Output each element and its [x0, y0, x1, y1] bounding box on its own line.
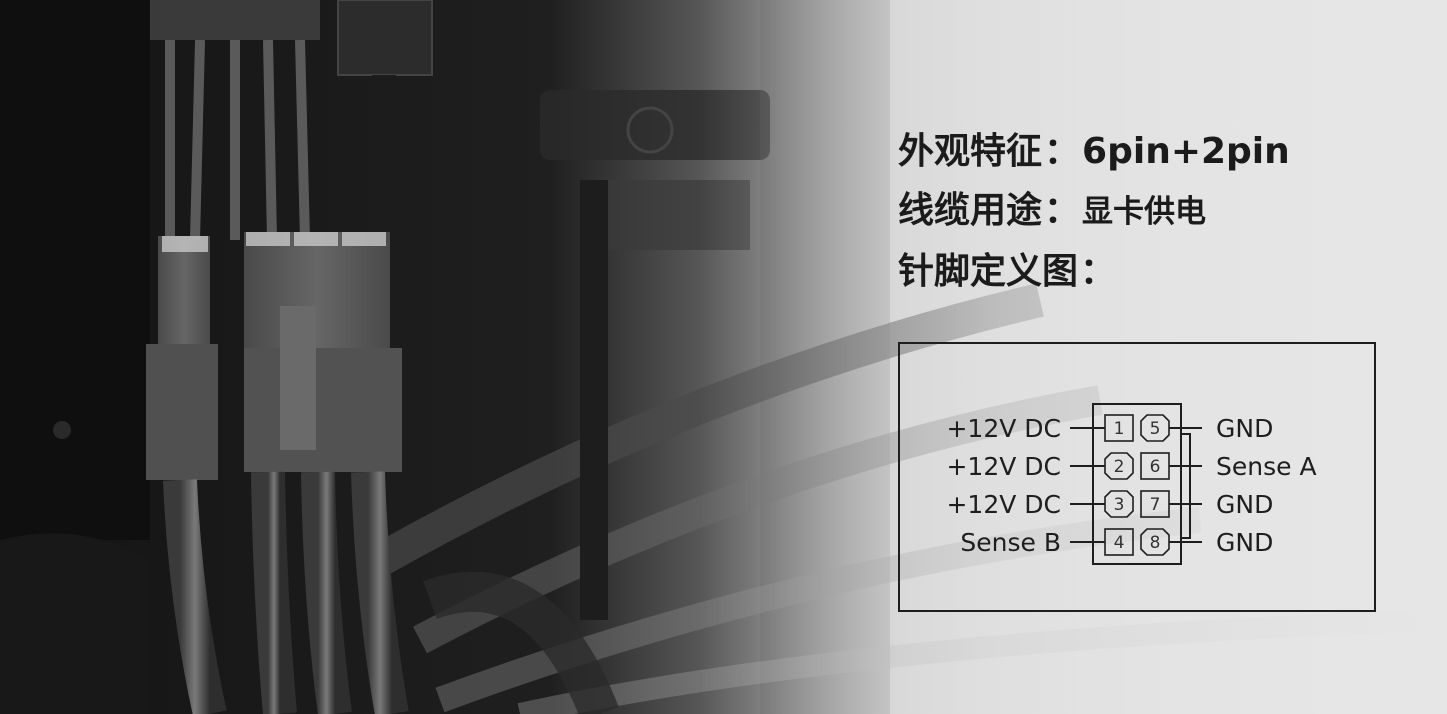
appearance-row: 外观特征：6pin+2pin: [898, 122, 1290, 181]
pin-6-label: Sense A: [1216, 452, 1317, 481]
usage-value: 显卡供电: [1082, 194, 1207, 230]
usage-row: 线缆用途：显卡供电: [898, 181, 1290, 242]
pin-3-number: 3: [1114, 495, 1125, 515]
pin-5-number: 5: [1150, 419, 1161, 439]
usage-sep: ：: [1044, 190, 1081, 231]
pin-1-label: +12V DC: [946, 414, 1061, 443]
pinout-label: 针脚定义图: [898, 251, 1079, 292]
latch-bracket: [1181, 433, 1191, 539]
pin-7-number: 7: [1150, 495, 1161, 515]
pin-8-label: GND: [1216, 528, 1273, 557]
pin-3-label: +12V DC: [946, 490, 1061, 519]
pin-2-label: +12V DC: [946, 452, 1061, 481]
appearance-label: 外观特征: [898, 131, 1043, 172]
pinout-sep: ：: [1080, 251, 1117, 292]
pin-7-label: GND: [1216, 490, 1273, 519]
appearance-value: 6pin+2pin: [1082, 131, 1290, 172]
appearance-sep: ：: [1044, 131, 1081, 172]
pinout-svg: +12V DC 1 +12V DC 2 +12V DC 3 Sense B 4 5 GND 6 Sen…: [946, 403, 1317, 565]
pin-6-number: 6: [1150, 457, 1161, 477]
pin-8-number: 8: [1150, 533, 1161, 553]
info-panel: 外观特征：6pin+2pin 线缆用途：显卡供电 针脚定义图：: [898, 122, 1290, 301]
pin-2-number: 2: [1114, 457, 1125, 477]
pin-4-number: 4: [1114, 533, 1125, 553]
usage-label: 线缆用途: [898, 190, 1043, 231]
pin-1-number: 1: [1114, 419, 1125, 439]
pinout-row: 针脚定义图：: [898, 242, 1290, 301]
pinout-diagram: +12V DC 1 +12V DC 2 +12V DC 3 Sense B 4 5 GND 6 Sen…: [898, 342, 1376, 612]
connector-outline: [1092, 403, 1182, 565]
pin-5-label: GND: [1216, 414, 1273, 443]
pin-4-label: Sense B: [960, 528, 1061, 557]
